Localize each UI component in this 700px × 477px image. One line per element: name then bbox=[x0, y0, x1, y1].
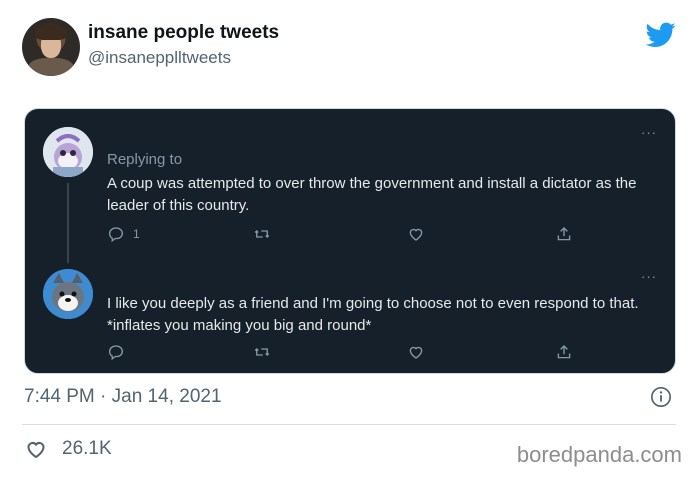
author-avatar[interactable] bbox=[22, 18, 80, 76]
heart-icon bbox=[27, 442, 45, 459]
author-name[interactable]: insane people tweets bbox=[88, 22, 279, 44]
purple-creature-avatar bbox=[43, 127, 93, 177]
retweet-icon bbox=[254, 230, 270, 238]
reply-icon bbox=[108, 345, 124, 361]
like-stat[interactable]: 26.1K bbox=[24, 437, 112, 461]
tweet-timestamp[interactable]: 7:44 PM · Jan 14, 2021 bbox=[24, 386, 222, 408]
replying-to-label: Replying to bbox=[107, 151, 183, 168]
like-count: 26.1K bbox=[62, 438, 112, 459]
reply-count: 1 bbox=[133, 227, 140, 241]
reply-icon bbox=[108, 227, 124, 243]
share-icon bbox=[557, 227, 571, 241]
reply-action[interactable]: 1 bbox=[107, 225, 140, 243]
thread-line bbox=[67, 183, 69, 263]
info-icon[interactable] bbox=[650, 386, 672, 408]
more-options-icon[interactable]: ··· bbox=[641, 125, 657, 140]
embedded-screenshot: ··· Replying to A coup was attempted to … bbox=[24, 108, 676, 374]
like-action[interactable] bbox=[407, 225, 425, 243]
share-action[interactable] bbox=[555, 225, 573, 243]
avatar-shirt bbox=[28, 58, 74, 76]
second-reply-avatar[interactable] bbox=[43, 269, 93, 319]
share-action[interactable] bbox=[555, 343, 573, 361]
retweet-icon bbox=[254, 348, 270, 356]
more-options-icon[interactable]: ··· bbox=[641, 269, 657, 284]
husky-avatar bbox=[43, 269, 93, 319]
author-handle[interactable]: @insanepplltweets bbox=[88, 48, 231, 68]
like-action[interactable] bbox=[407, 343, 425, 361]
reply-action[interactable] bbox=[107, 343, 125, 361]
retweet-action[interactable] bbox=[253, 225, 271, 243]
first-reply-text: A coup was attempted to over throw the g… bbox=[107, 175, 637, 214]
avatar-hair bbox=[35, 24, 67, 40]
twitter-bird-icon[interactable] bbox=[646, 22, 676, 48]
divider bbox=[22, 424, 676, 425]
watermark: boredpanda.com bbox=[516, 442, 682, 467]
like-icon bbox=[409, 228, 423, 241]
like-icon bbox=[409, 346, 423, 359]
tweet-header: insane people tweets @insanepplltweets bbox=[22, 18, 682, 78]
second-reply-actions bbox=[107, 343, 577, 365]
share-icon bbox=[557, 345, 571, 359]
first-reply-avatar[interactable] bbox=[43, 127, 93, 177]
second-reply-text: I like you deeply as a friend and I'm go… bbox=[107, 295, 639, 334]
first-reply-actions: 1 bbox=[107, 225, 577, 247]
retweet-action[interactable] bbox=[253, 343, 271, 361]
